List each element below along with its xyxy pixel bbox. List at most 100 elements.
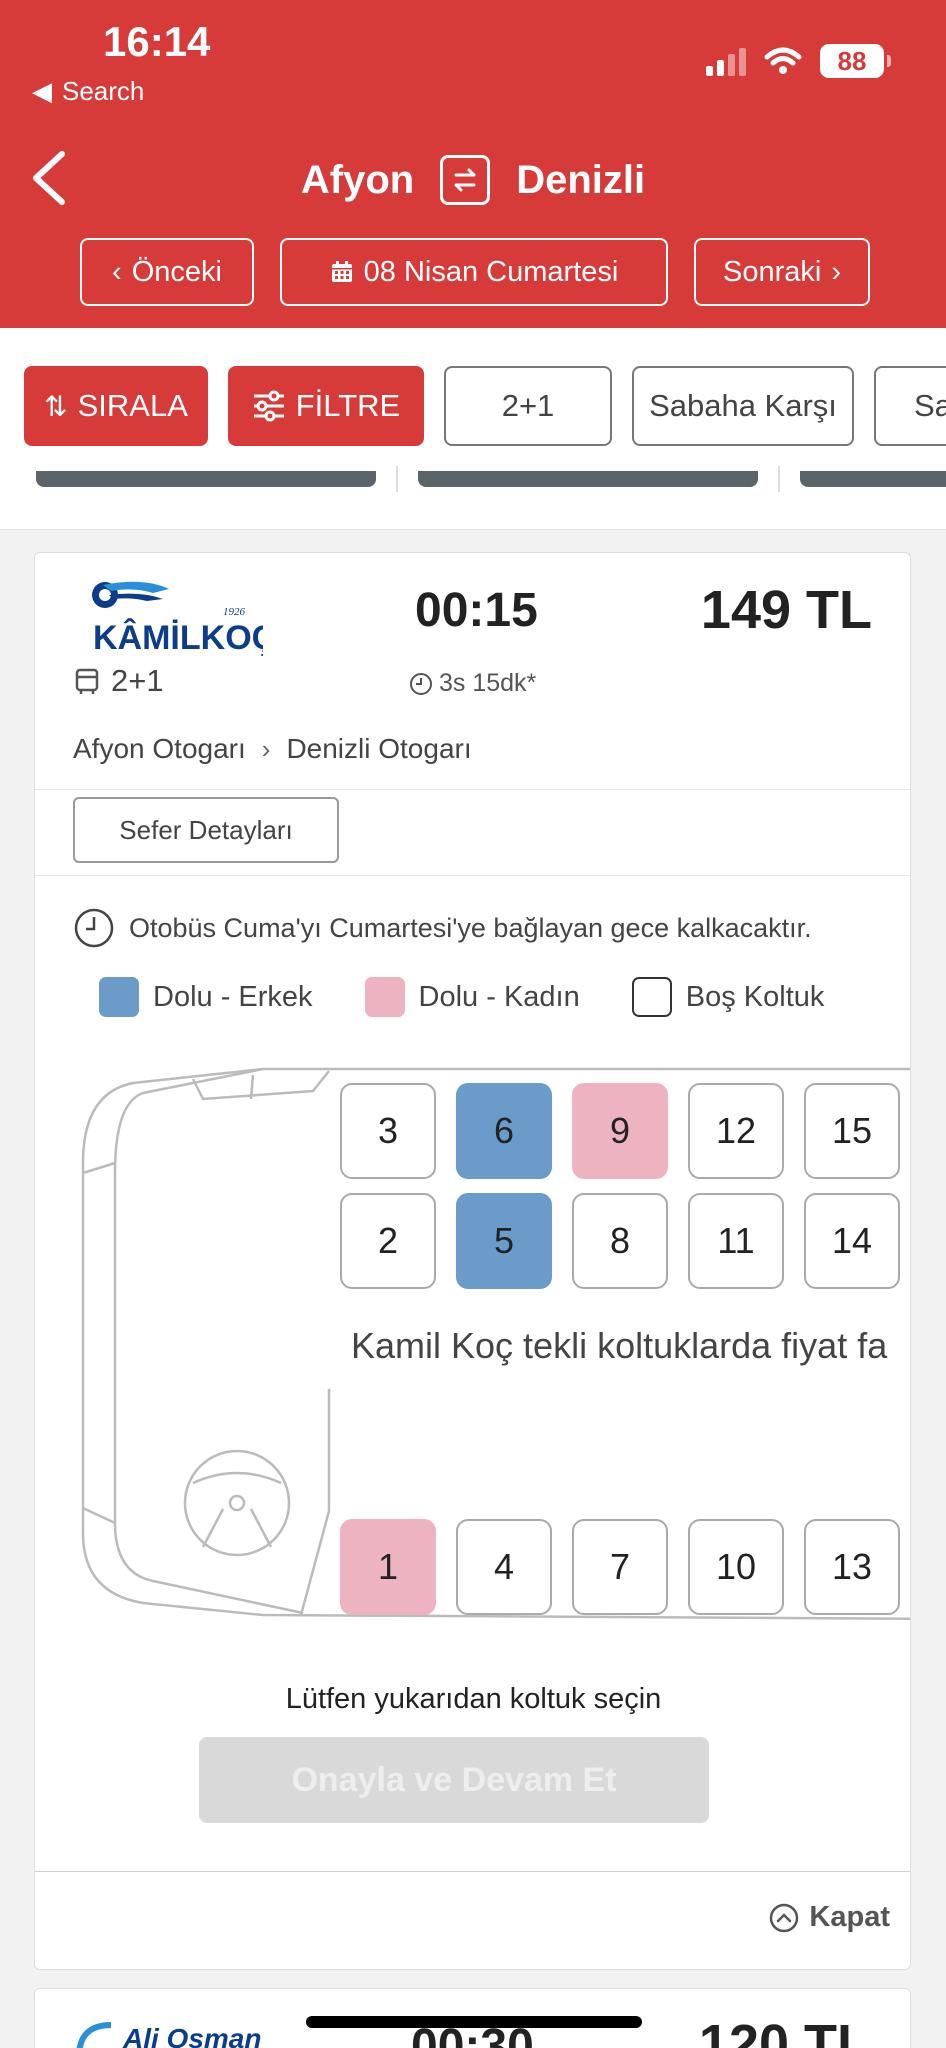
route-title: Afyon Denizli	[0, 155, 946, 205]
trip-details-button[interactable]: Sefer Detayları	[73, 797, 339, 863]
divider	[35, 789, 910, 790]
divider	[35, 875, 910, 876]
trip-card: 1926 KÂMİLKOÇ 00:15 149 TL 2+1 3s 15dk* …	[34, 552, 911, 1970]
ali-osman-logo-icon	[76, 2022, 112, 2048]
swap-route-button[interactable]	[440, 155, 491, 205]
company-logo: 1926 KÂMİLKOÇ	[83, 573, 276, 663]
previous-day-button[interactable]: ‹ Önceki	[80, 238, 254, 306]
tab-divider	[778, 466, 780, 492]
chevron-left-icon: ‹	[112, 255, 122, 288]
seat-8[interactable]: 8	[572, 1193, 668, 1289]
date-navigation: ‹ Önceki 08 Nisan Cumartesi Sonraki ›	[80, 238, 870, 306]
duration-label: 3s 15dk*	[439, 669, 537, 697]
filter-chips: ⇅ SIRALA FİLTRE 2+1 Sabaha Karşı Sa	[24, 366, 946, 446]
collapse-label: Kapat	[809, 1901, 890, 1933]
clock-icon	[410, 672, 432, 695]
trip-price: 149 TL	[700, 580, 872, 640]
quick-filter-tab[interactable]	[36, 471, 376, 487]
seat-layout: 2+1	[73, 663, 164, 699]
legend-female-label: Dolu - Kadın	[418, 980, 580, 1013]
sort-label: SIRALA	[77, 388, 188, 423]
legend-female: Dolu - Kadın	[364, 977, 580, 1017]
seat-7[interactable]: 7	[572, 1519, 668, 1615]
filter-chip-early-morning[interactable]: Sabaha Karşı	[632, 366, 854, 446]
triangle-left-icon: ◀	[32, 76, 52, 106]
status-icons: 88	[706, 44, 891, 78]
filter-bar: ⇅ SIRALA FİLTRE 2+1 Sabaha Karşı Sa	[0, 328, 946, 530]
company-year: 1926	[223, 606, 246, 618]
seat-6: 6	[456, 1083, 552, 1179]
route-to: Denizli	[516, 157, 646, 202]
route-from: Afyon	[300, 157, 415, 202]
calendar-icon	[331, 261, 352, 282]
seat-layout-label: 2+1	[111, 663, 164, 698]
male-swatch	[99, 977, 139, 1017]
back-app-label: Search	[62, 76, 145, 106]
swap-icon	[454, 168, 476, 192]
notice-text: Otobüs Cuma'yı Cumartesi'ye bağlayan gec…	[129, 912, 812, 943]
quick-filter-tab[interactable]	[418, 471, 758, 487]
female-swatch	[364, 977, 405, 1017]
collapse-button[interactable]: Kapat	[769, 1901, 890, 1934]
company-name: Ali Osman	[123, 2023, 262, 2048]
status-time: 16:14	[103, 18, 211, 65]
previous-day-label: Önceki	[131, 255, 222, 288]
select-seat-hint: Lütfen yukarıdan koltuk seçin	[285, 1683, 662, 1715]
from-station: Afyon Otogarı	[73, 733, 246, 764]
seat-5: 5	[456, 1193, 552, 1289]
divider	[35, 1871, 910, 1872]
app-header: 16:14 ◀ Search 88 Afyon Denizli ‹ Önceki…	[0, 0, 946, 328]
chevron-right-icon: ›	[831, 255, 841, 288]
wifi-icon	[764, 47, 802, 74]
night-departure-notice: Otobüs Cuma'yı Cumartesi'ye bağlayan gec…	[73, 907, 812, 949]
filter-label: FİLTRE	[295, 388, 401, 423]
home-indicator[interactable]	[306, 2016, 642, 2028]
filter-chip-2plus1[interactable]: 2+1	[444, 366, 612, 446]
filter-button[interactable]: FİLTRE	[228, 366, 424, 446]
sort-button[interactable]: ⇅ SIRALA	[24, 366, 208, 446]
next-day-button[interactable]: Sonraki ›	[694, 238, 870, 306]
legend-male-label: Dolu - Erkek	[153, 980, 313, 1013]
signal-icon	[706, 46, 746, 76]
seat-9: 9	[572, 1083, 668, 1179]
quick-filter-tabs	[36, 466, 946, 492]
seat-10[interactable]: 10	[688, 1519, 784, 1615]
trip-price: 120 TL	[698, 2014, 870, 2048]
back-to-search-link[interactable]: ◀ Search	[32, 76, 144, 107]
sliders-icon	[253, 390, 284, 422]
seat-14[interactable]: 14	[804, 1193, 900, 1289]
seat-4[interactable]: 4	[456, 1519, 552, 1615]
chevron-up-circle-icon	[770, 1903, 799, 1932]
seat-15[interactable]: 15	[804, 1083, 900, 1179]
company-name: KÂMİLKOÇ	[93, 619, 263, 657]
seat-3[interactable]: 3	[340, 1083, 436, 1179]
chevron-right-icon: ›	[261, 733, 271, 764]
seat-11[interactable]: 11	[688, 1193, 784, 1289]
legend-empty: Boş Koltuk	[631, 977, 825, 1017]
kamilkoc-logo-icon: 1926 KÂMİLKOÇ	[92, 581, 276, 657]
date-picker-button[interactable]: 08 Nisan Cumartesi	[280, 238, 668, 306]
battery-icon: 88	[820, 44, 891, 78]
single-seat-price-message: Kamil Koç tekli koltuklarda fiyat fa	[351, 1325, 888, 1366]
filter-chip-partial[interactable]: Sa	[874, 366, 946, 446]
seat-13[interactable]: 13	[804, 1519, 900, 1615]
legend-empty-label: Boş Koltuk	[685, 980, 825, 1013]
route-stations: Afyon Otogarı › Denizli Otogarı	[73, 733, 472, 765]
confirm-continue-button[interactable]: Onayla ve Devam Et	[199, 1737, 709, 1823]
empty-swatch	[631, 977, 672, 1017]
sort-icon: ⇅	[44, 390, 68, 422]
next-day-label: Sonraki	[723, 255, 822, 288]
steering-wheel-icon	[183, 1449, 291, 1557]
trip-duration: 3s 15dk*	[409, 669, 536, 698]
company-logo: Ali Osman	[75, 2019, 261, 2048]
seat-1: 1	[340, 1519, 436, 1615]
departure-time: 00:15	[415, 584, 538, 637]
seat-2[interactable]: 2	[340, 1193, 436, 1289]
tab-divider	[396, 466, 398, 492]
quick-filter-tab[interactable]	[800, 471, 946, 487]
seat-legend: Dolu - Erkek Dolu - Kadın Boş Koltuk	[99, 977, 824, 1017]
seat-12[interactable]: 12	[688, 1083, 784, 1179]
clock-icon	[74, 908, 114, 948]
legend-male: Dolu - Erkek	[99, 977, 313, 1017]
seat-icon	[75, 668, 99, 694]
